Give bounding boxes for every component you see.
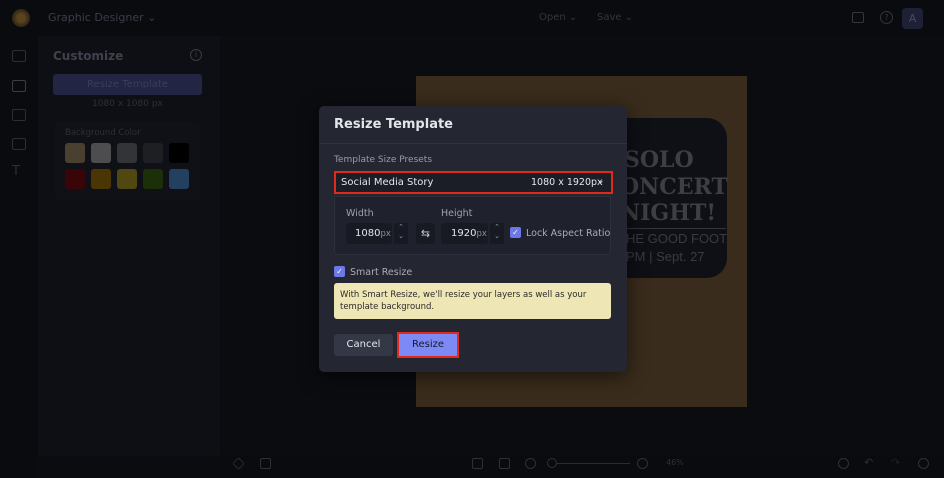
- elements-icon[interactable]: [12, 138, 26, 150]
- cancel-button[interactable]: Cancel: [334, 334, 393, 356]
- height-stepper[interactable]: ⌃ ⌄: [490, 223, 504, 244]
- size-preset-select[interactable]: Social Media Story 1080 x 1920px ⌄: [334, 171, 613, 194]
- color-swatch[interactable]: [91, 169, 111, 189]
- smart-resize-checkbox[interactable]: ✓: [334, 266, 345, 277]
- sync-icon[interactable]: [838, 458, 849, 469]
- text-icon[interactable]: T: [12, 164, 20, 179]
- info-icon[interactable]: i: [190, 49, 202, 61]
- color-swatch[interactable]: [169, 143, 189, 163]
- app-logo[interactable]: [12, 9, 30, 27]
- unit: px: [476, 229, 487, 239]
- save-menu[interactable]: Save ⌄: [597, 12, 633, 23]
- canvas-text-line: ONCERT: [620, 174, 728, 200]
- open-menu[interactable]: Open ⌄: [539, 12, 577, 23]
- undo-icon[interactable]: ↶: [864, 456, 873, 469]
- zoom-level: 46%: [666, 458, 684, 467]
- divider: [319, 143, 627, 144]
- color-swatch[interactable]: [91, 143, 111, 163]
- customize-icon[interactable]: [12, 80, 26, 92]
- panel-title: Customize: [53, 49, 124, 63]
- help-icon[interactable]: ?: [880, 11, 893, 24]
- history-icon[interactable]: [918, 458, 929, 469]
- canvas-subtext: PM | Sept. 27: [626, 249, 705, 264]
- canvas-text-line: SOLO: [624, 147, 694, 173]
- zoom-out-icon[interactable]: [525, 458, 536, 469]
- zoom-slider-handle[interactable]: [547, 458, 557, 468]
- color-swatch[interactable]: [65, 169, 85, 189]
- color-swatch[interactable]: [117, 169, 137, 189]
- swap-dimensions-icon[interactable]: ⇆: [416, 223, 435, 244]
- height-input[interactable]: 1920px: [441, 223, 488, 244]
- template-size: 1080 x 1080 px: [92, 99, 163, 109]
- height-value: 1920: [451, 228, 477, 239]
- unit: px: [380, 229, 391, 239]
- zoom-in-icon[interactable]: [637, 458, 648, 469]
- color-swatch[interactable]: [117, 143, 137, 163]
- color-swatch[interactable]: [143, 169, 163, 189]
- width-value: 1080: [355, 228, 381, 239]
- chevron-down-icon: ⌄: [597, 176, 605, 186]
- presets-label: Template Size Presets: [334, 155, 433, 165]
- avatar[interactable]: A: [902, 8, 923, 29]
- divider: [620, 228, 726, 229]
- open-label: Open: [539, 12, 566, 23]
- height-label: Height: [441, 208, 473, 219]
- grid-icon[interactable]: [260, 458, 271, 469]
- color-swatch[interactable]: [143, 143, 163, 163]
- width-stepper[interactable]: ⌃ ⌄: [394, 223, 408, 244]
- tool-rail: [0, 36, 38, 478]
- dialog-title: Resize Template: [334, 117, 453, 132]
- background-color-label: Background Color: [65, 128, 141, 138]
- templates-icon[interactable]: [12, 50, 26, 62]
- color-swatch[interactable]: [169, 169, 189, 189]
- fit-screen-icon[interactable]: [472, 458, 483, 469]
- resize-button[interactable]: Resize: [397, 332, 459, 358]
- smart-resize-label: Smart Resize: [350, 267, 413, 278]
- fullscreen-icon[interactable]: [499, 458, 510, 469]
- lock-aspect-checkbox[interactable]: ✓: [510, 227, 521, 238]
- resize-template-button[interactable]: Resize Template: [53, 74, 202, 95]
- redo-icon[interactable]: ↷: [891, 456, 900, 469]
- comment-icon[interactable]: [852, 12, 864, 23]
- lock-aspect-label: Lock Aspect Ratio: [526, 228, 611, 239]
- smart-resize-note: With Smart Resize, we'll resize your lay…: [334, 283, 611, 319]
- color-swatch[interactable]: [65, 143, 85, 163]
- layout-icon[interactable]: [12, 109, 26, 121]
- canvas-subtext: HE GOOD FOOT: [626, 231, 728, 246]
- save-label: Save: [597, 12, 622, 23]
- app-title-menu[interactable]: Graphic Designer ⌄: [48, 11, 156, 24]
- zoom-slider[interactable]: [552, 463, 630, 464]
- width-input[interactable]: 1080px: [346, 223, 392, 244]
- preset-size: 1080 x 1920px: [531, 177, 603, 188]
- bottom-toolbar: [220, 450, 944, 478]
- canvas-text-line: NIGHT!: [620, 200, 717, 226]
- width-label: Width: [346, 208, 374, 219]
- app-title: Graphic Designer: [48, 11, 144, 24]
- preset-name: Social Media Story: [341, 177, 434, 188]
